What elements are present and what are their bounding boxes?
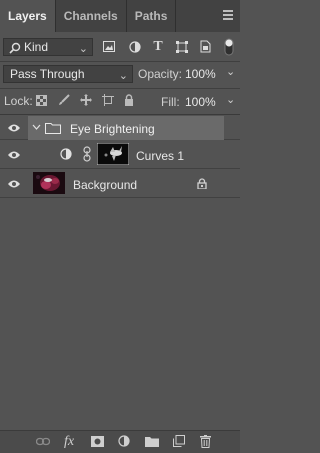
opacity-label: Opacity: [138,67,183,81]
fill-value[interactable]: 100% [185,95,216,109]
blend-mode-value: Pass Through [10,67,85,81]
link-layers-icon[interactable] [36,437,50,446]
divider [0,61,240,62]
add-mask-icon[interactable] [91,436,104,447]
blend-mode-select[interactable]: Pass Through ⌄ [3,65,133,83]
filter-kind-select[interactable]: Kind ⌄ [3,38,93,56]
eye-icon[interactable] [7,179,21,189]
layer-row-group[interactable]: Eye Brightening [0,116,240,140]
lock-artboard-icon[interactable] [102,94,114,106]
smart-object-filter-icon[interactable] [200,40,211,53]
tab-paths[interactable]: Paths [127,0,177,32]
eye-icon[interactable] [7,150,21,160]
filter-toggle-icon[interactable] [224,38,234,56]
adjustment-filter-icon[interactable] [129,41,141,53]
panel-tabs: Layers Channels Paths [0,0,240,32]
adjustment-layer-icon [60,148,72,160]
opacity-value[interactable]: 100% [185,67,216,81]
new-adjustment-layer-icon[interactable] [118,435,130,447]
tab-layers[interactable]: Layers [0,0,56,32]
folder-icon [45,123,61,134]
chevron-down-icon[interactable]: ⌄ [226,65,235,78]
tab-channels[interactable]: Channels [56,0,127,32]
trash-icon[interactable] [200,435,211,448]
new-layer-icon[interactable] [173,435,185,447]
layer-row-adjustment[interactable]: Curves 1 [0,140,240,169]
fill-label: Fill: [161,95,180,109]
link-icon[interactable] [83,146,91,162]
divider [0,88,240,89]
lock-label: Lock: [4,94,33,108]
chevron-down-icon: ⌄ [118,70,128,82]
layer-mask-thumbnail[interactable] [97,143,129,165]
layer-thumbnail [33,172,65,194]
search-icon [9,42,21,54]
layer-name: Eye Brightening [70,122,155,136]
divider [0,114,240,115]
lock-all-icon[interactable] [124,94,134,106]
chevron-down-icon[interactable]: ⌄ [226,93,235,106]
lock-image-pixels-icon[interactable] [58,94,70,106]
layer-name: Curves 1 [136,149,185,163]
layer-row-background[interactable]: Background [0,169,240,198]
lock-transparent-pixels-icon[interactable] [36,95,47,106]
lock-icon [197,178,207,189]
new-group-icon[interactable] [145,436,159,447]
image-filter-icon[interactable] [103,41,115,52]
chevron-down-icon: ⌄ [78,43,88,55]
chevron-down-icon[interactable] [32,124,41,131]
eye-icon[interactable] [7,123,21,133]
panel-menu-icon[interactable] [223,10,233,22]
lock-position-icon[interactable] [80,94,92,106]
fx-icon[interactable]: fx [64,434,74,450]
layers-bottom-toolbar: fx [0,430,240,453]
type-filter-icon[interactable]: T [151,38,165,56]
filter-kind-label: Kind [24,40,49,54]
layer-name: Background [73,178,138,192]
shape-filter-icon[interactable] [176,41,188,53]
